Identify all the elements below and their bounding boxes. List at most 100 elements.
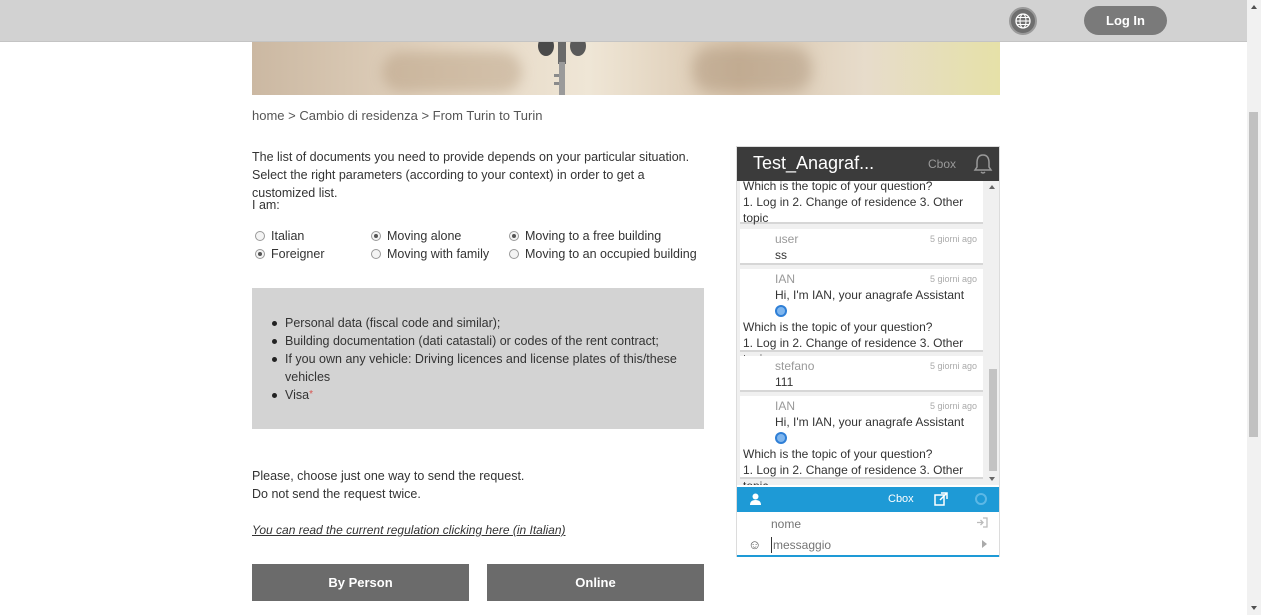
message-time: 5 giorni ago	[929, 361, 977, 371]
hero-blur	[692, 47, 812, 92]
radio-moving-family[interactable]	[371, 249, 381, 259]
top-bar: Log In	[0, 0, 1247, 42]
chat-scrollbar[interactable]	[987, 181, 999, 485]
option-moving-alone[interactable]: Moving alone	[371, 228, 461, 244]
option-label: Moving to a free building	[525, 229, 662, 243]
chat-scrollbar-thumb[interactable]	[989, 369, 997, 471]
document-label: Visa	[285, 388, 310, 402]
document-item: Building documentation (dati catastali) …	[272, 332, 685, 350]
hero-image	[252, 42, 1000, 95]
message-body: Hi, I'm IAN, your anagrafe Assistant Whi…	[743, 287, 979, 367]
message-time: 5 giorni ago	[929, 274, 977, 284]
key-image	[538, 42, 586, 95]
message-line: Which is the topic of your question?	[743, 181, 933, 193]
document-item: Personal data (fiscal code and similar);	[272, 314, 685, 332]
smiley-icon	[775, 305, 787, 317]
greeting-text: Hi, I'm IAN, your anagrafe Assistant	[775, 415, 965, 429]
option-label: Foreigner	[271, 247, 325, 261]
radio-italian[interactable]	[255, 231, 265, 241]
radio-moving-alone[interactable]	[371, 231, 381, 241]
instruction-line: Do not send the request twice.	[252, 487, 421, 501]
iam-label: I am:	[252, 198, 280, 212]
regulation-link[interactable]: You can read the current regulation clic…	[252, 523, 566, 537]
message-line: Which is the topic of your question?	[743, 320, 933, 334]
documents-list: Personal data (fiscal code and similar);…	[272, 314, 685, 404]
message-line: 111	[775, 375, 794, 389]
message-body: Which is the topic of your question? 1. …	[743, 181, 979, 226]
option-free-building[interactable]: Moving to a free building	[509, 228, 661, 244]
page-scrollbar-thumb[interactable]	[1249, 112, 1258, 437]
message-line: topic	[743, 211, 769, 225]
breadcrumb[interactable]: home > Cambio di residenza > From Turin …	[252, 108, 542, 123]
chat-title: Test_Anagraf...	[753, 153, 875, 173]
message-line: topic	[743, 478, 979, 485]
globe-glyph	[1015, 13, 1031, 29]
chat-header: Test_Anagraf... Cbox	[737, 147, 999, 181]
message-input[interactable]	[771, 537, 971, 553]
emoji-icon[interactable]: ☺	[748, 537, 761, 552]
option-italian[interactable]: Italian	[255, 228, 304, 244]
chat-cbox-label[interactable]: Cbox	[928, 157, 956, 171]
message-body: Hi, I'm IAN, your anagrafe Assistant Whi…	[743, 414, 979, 485]
by-person-button[interactable]: By Person	[252, 564, 469, 601]
option-label: Moving alone	[387, 229, 462, 243]
online-button[interactable]: Online	[487, 564, 704, 601]
scroll-up-arrow[interactable]	[1251, 5, 1257, 9]
message-line: Which is the topic of your question?	[743, 447, 933, 461]
message-greeting: Hi, I'm IAN, your anagrafe Assistant	[743, 414, 979, 446]
hero-blur	[382, 52, 522, 92]
option-foreigner[interactable]: Foreigner	[255, 246, 325, 262]
send-icon[interactable]	[982, 540, 987, 548]
page-scrollbar[interactable]	[1247, 0, 1261, 615]
scroll-down-arrow[interactable]	[989, 477, 995, 481]
documents-panel: Personal data (fiscal code and similar);…	[252, 288, 704, 429]
smiley-icon	[775, 432, 787, 444]
bell-icon[interactable]	[973, 153, 993, 175]
message-line: ss	[775, 248, 787, 262]
chat-widget: Test_Anagraf... Cbox Which is the topic …	[736, 146, 1000, 557]
name-input[interactable]	[771, 516, 971, 532]
globe-icon[interactable]	[1009, 7, 1037, 35]
chat-message: Which is the topic of your question? 1. …	[740, 181, 983, 226]
scroll-up-arrow[interactable]	[989, 185, 995, 189]
document-item: If you own any vehicle: Driving licences…	[272, 350, 685, 386]
option-label: Moving to an occupied building	[525, 247, 697, 261]
chat-messages[interactable]: Which is the topic of your question? 1. …	[737, 181, 999, 485]
message-greeting: Hi, I'm IAN, your anagrafe Assistant	[743, 287, 979, 319]
chat-message: stefano 5 giorni ago 111	[740, 356, 983, 392]
chat-message: user 5 giorni ago ss	[740, 229, 983, 265]
message-time: 5 giorni ago	[929, 234, 977, 244]
message-author: stefano	[775, 359, 815, 373]
option-occupied-building[interactable]: Moving to an occupied building	[509, 246, 697, 262]
radio-foreigner[interactable]	[255, 249, 265, 259]
scroll-down-arrow[interactable]	[1251, 606, 1257, 610]
message-line: 1. Log in 2. Change of residence 3. Othe…	[743, 463, 964, 477]
login-button[interactable]: Log In	[1084, 6, 1167, 35]
required-mark: *	[309, 389, 313, 400]
greeting-text: Hi, I'm IAN, your anagrafe Assistant	[775, 288, 965, 302]
chat-message: IAN 5 giorni ago Hi, I'm IAN, your anagr…	[740, 396, 983, 485]
message-line: 1. Log in 2. Change of residence 3. Othe…	[743, 195, 964, 209]
sign-in-icon[interactable]	[976, 517, 988, 528]
toolbar-cbox-label[interactable]: Cbox	[888, 493, 914, 505]
option-label: Moving with family	[387, 247, 490, 261]
message-author: IAN	[775, 272, 796, 286]
message-line: 1. Log in 2. Change of residence 3. Othe…	[743, 336, 964, 350]
chat-toolbar: Cbox	[737, 487, 999, 512]
intro-text: The list of documents you need to provid…	[252, 150, 690, 200]
input-underline	[737, 555, 999, 557]
document-item: Visa*	[272, 386, 685, 404]
message-author: user	[775, 232, 799, 246]
message-time: 5 giorni ago	[929, 401, 977, 411]
send-instructions: Please, choose just one way to send the …	[252, 467, 524, 503]
option-moving-family[interactable]: Moving with family	[371, 246, 489, 262]
instruction-line: Please, choose just one way to send the …	[252, 469, 525, 483]
status-circle-icon[interactable]	[975, 493, 987, 505]
message-author: IAN	[775, 399, 796, 413]
radio-free-building[interactable]	[509, 231, 519, 241]
option-label: Italian	[271, 229, 305, 243]
chat-message: IAN 5 giorni ago Hi, I'm IAN, your anagr…	[740, 269, 983, 366]
external-link-icon[interactable]	[934, 492, 948, 506]
user-icon[interactable]	[750, 493, 761, 505]
radio-occupied-building[interactable]	[509, 249, 519, 259]
